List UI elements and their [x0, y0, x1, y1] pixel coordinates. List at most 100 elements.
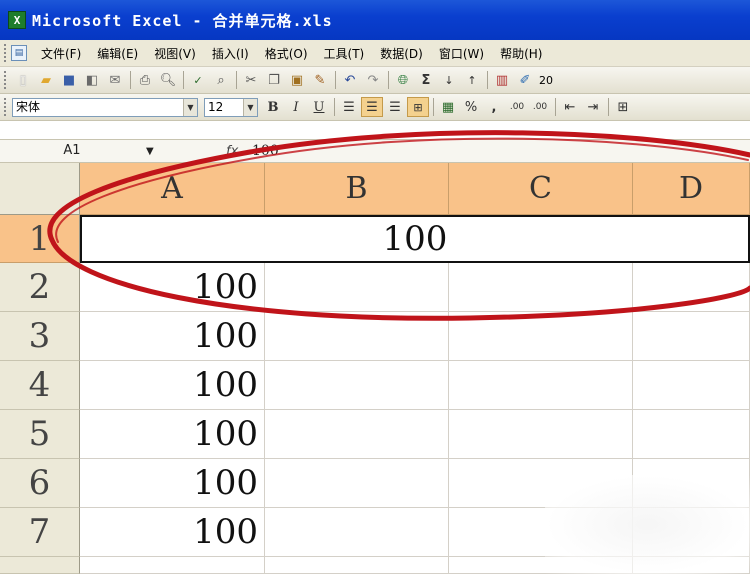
cell-a4[interactable]: 100	[80, 361, 265, 410]
row-header-7[interactable]: 7	[0, 508, 80, 557]
drawing-icon[interactable]: ✐	[514, 70, 536, 90]
formula-input[interactable]: 100	[252, 143, 279, 159]
permission-icon[interactable]: ◧	[81, 70, 103, 90]
sort-ascending-icon[interactable]: ↓	[438, 70, 460, 90]
comma-button[interactable]: ,	[483, 97, 505, 117]
italic-button[interactable]: I	[285, 97, 307, 117]
menu-view[interactable]: 视图(V)	[146, 45, 204, 62]
cell-d3[interactable]	[633, 312, 750, 361]
decrease-indent-icon[interactable]: ⇤	[559, 97, 581, 117]
row-header-8[interactable]	[0, 557, 80, 574]
row-header-6[interactable]: 6	[0, 459, 80, 508]
excel-icon[interactable]: X	[8, 11, 26, 29]
copy-icon[interactable]: ❐	[263, 70, 285, 90]
font-size-select[interactable]: 12 ▼	[204, 97, 258, 117]
toolbar-grip[interactable]	[4, 71, 8, 89]
chevron-down-icon[interactable]: ▼	[146, 146, 162, 157]
fx-icon[interactable]: fx	[226, 144, 246, 159]
cell-a6[interactable]: 100	[80, 459, 265, 508]
cell-b2[interactable]	[265, 263, 449, 312]
cell-b4[interactable]	[265, 361, 449, 410]
print-preview-icon[interactable]: 🔍︎	[157, 70, 179, 90]
research-icon[interactable]: ⌕	[210, 70, 232, 90]
menu-insert[interactable]: 插入(I)	[204, 45, 257, 62]
toolbar-separator	[487, 71, 488, 89]
cell-a2[interactable]: 100	[80, 263, 265, 312]
menu-tools[interactable]: 工具(T)	[316, 45, 373, 62]
menu-grip[interactable]	[4, 44, 8, 62]
select-all-corner[interactable]	[0, 163, 80, 215]
cell-a8[interactable]	[80, 557, 265, 574]
column-header-a[interactable]: A	[80, 163, 265, 215]
currency-icon[interactable]: ▦	[437, 97, 459, 117]
cell-a7[interactable]: 100	[80, 508, 265, 557]
toolbar-grip[interactable]	[4, 98, 8, 116]
cell-d2[interactable]	[633, 263, 750, 312]
zoom-box[interactable]: 20	[539, 74, 553, 87]
cell-b6[interactable]	[265, 459, 449, 508]
font-name-select[interactable]: 宋体 ▼	[12, 97, 198, 117]
cell-c2[interactable]	[449, 263, 633, 312]
spelling-icon[interactable]: ✓	[187, 70, 209, 90]
increase-indent-icon[interactable]: ⇥	[582, 97, 604, 117]
sort-descending-icon[interactable]: ↑	[461, 70, 483, 90]
cell-b8[interactable]	[265, 557, 449, 574]
toolbar-separator	[388, 71, 389, 89]
chart-wizard-icon[interactable]: ▥	[491, 70, 513, 90]
cell-d5[interactable]	[633, 410, 750, 459]
format-painter-icon[interactable]: ✎	[309, 70, 331, 90]
paste-icon[interactable]: ▣	[286, 70, 308, 90]
menu-help[interactable]: 帮助(H)	[492, 45, 550, 62]
column-header-d[interactable]: D	[633, 163, 750, 215]
font-name-value: 宋体	[16, 99, 41, 114]
decrease-decimal-button[interactable]: .00	[529, 97, 551, 117]
open-icon[interactable]: ▰	[35, 70, 57, 90]
chevron-down-icon[interactable]: ▼	[183, 98, 197, 116]
column-header-b[interactable]: B	[265, 163, 449, 215]
name-box[interactable]: A1	[2, 141, 142, 161]
row-header-3[interactable]: 3	[0, 312, 80, 361]
align-right-icon[interactable]: ☰	[384, 97, 406, 117]
cell-b7[interactable]	[265, 508, 449, 557]
borders-icon[interactable]: ⊞	[612, 97, 634, 117]
toolbar-separator	[334, 98, 335, 116]
redo-icon[interactable]: ↷	[362, 70, 384, 90]
merge-center-icon[interactable]: ⊞	[407, 97, 429, 117]
align-center-icon[interactable]: ☰	[361, 97, 383, 117]
menu-file[interactable]: 文件(F)	[33, 45, 89, 62]
percent-button[interactable]: %	[460, 97, 482, 117]
undo-icon[interactable]: ↶	[339, 70, 361, 90]
merged-cell-a1[interactable]: 100	[80, 215, 750, 263]
document-icon[interactable]: ▤	[11, 45, 27, 61]
font-size-value: 12	[208, 99, 224, 114]
cut-icon[interactable]: ✂	[240, 70, 262, 90]
menu-window[interactable]: 窗口(W)	[431, 45, 492, 62]
row-header-4[interactable]: 4	[0, 361, 80, 410]
row-header-5[interactable]: 5	[0, 410, 80, 459]
row-header-1[interactable]: 1	[0, 215, 80, 263]
cell-c5[interactable]	[449, 410, 633, 459]
cell-b5[interactable]	[265, 410, 449, 459]
new-icon[interactable]: ▯	[12, 70, 34, 90]
print-icon[interactable]: ⎙	[134, 70, 156, 90]
underline-button[interactable]: U	[308, 97, 330, 117]
row-header-2[interactable]: 2	[0, 263, 80, 312]
cell-c4[interactable]	[449, 361, 633, 410]
save-icon[interactable]: ■	[58, 70, 80, 90]
menu-format[interactable]: 格式(O)	[257, 45, 316, 62]
increase-decimal-button[interactable]: .00	[506, 97, 528, 117]
menu-data[interactable]: 数据(D)	[372, 45, 431, 62]
autosum-icon[interactable]: Σ	[415, 70, 437, 90]
cell-d4[interactable]	[633, 361, 750, 410]
align-left-icon[interactable]: ☰	[338, 97, 360, 117]
column-header-c[interactable]: C	[449, 163, 633, 215]
cell-b3[interactable]	[265, 312, 449, 361]
hyperlink-icon[interactable]: 🌐︎	[392, 70, 414, 90]
chevron-down-icon[interactable]: ▼	[243, 98, 257, 116]
cell-a3[interactable]: 100	[80, 312, 265, 361]
bold-button[interactable]: B	[262, 97, 284, 117]
cell-a5[interactable]: 100	[80, 410, 265, 459]
email-icon[interactable]: ✉	[104, 70, 126, 90]
cell-c3[interactable]	[449, 312, 633, 361]
menu-edit[interactable]: 编辑(E)	[89, 45, 146, 62]
